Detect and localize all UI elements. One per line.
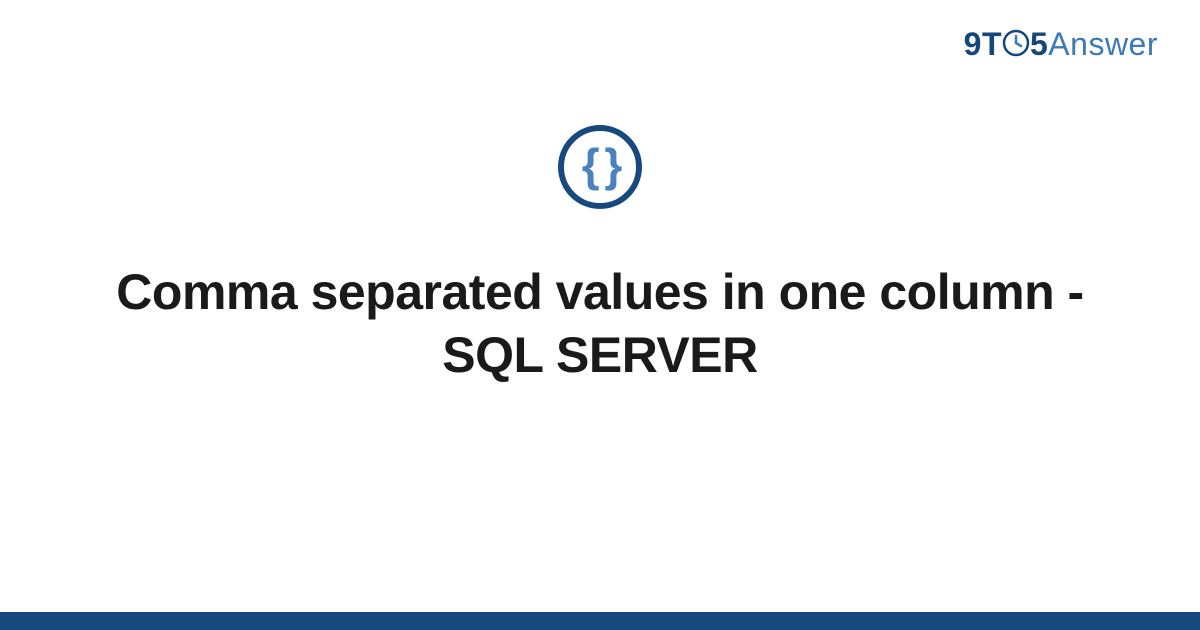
site-logo: 9T 5Answer	[964, 26, 1158, 63]
page-title: Comma separated values in one column - S…	[100, 261, 1100, 386]
main-content: { } Comma separated values in one column…	[0, 125, 1200, 386]
code-braces-icon: { }	[582, 142, 619, 188]
category-icon-circle: { }	[558, 125, 642, 209]
logo-text-9t: 9T	[964, 26, 1002, 62]
logo-text-5: 5	[1030, 26, 1048, 62]
footer-accent-bar	[0, 612, 1200, 630]
logo-text-answer: Answer	[1048, 26, 1158, 62]
clock-icon	[1002, 29, 1030, 57]
